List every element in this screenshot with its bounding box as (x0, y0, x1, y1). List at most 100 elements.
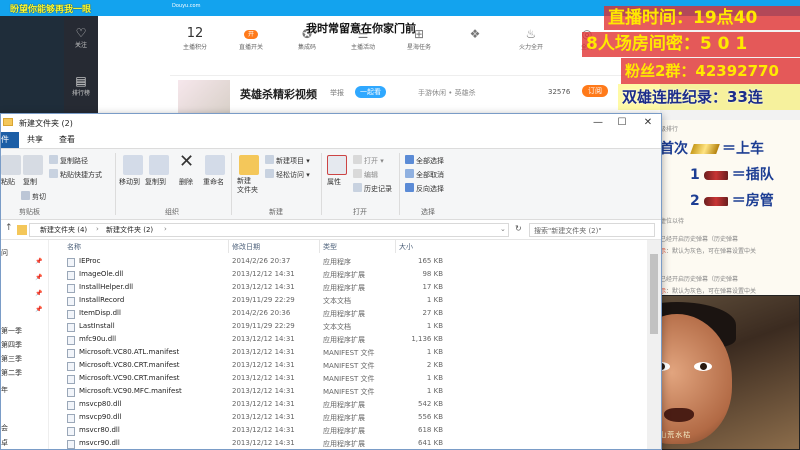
sidebar-item-follow[interactable]: ♡ 关注 (64, 26, 98, 49)
chevron-right-icon[interactable]: › (96, 225, 99, 233)
category-tags[interactable]: 手游休闲 • 英雄杀 (418, 88, 476, 98)
chevron-right-icon[interactable]: › (164, 225, 167, 233)
table-row[interactable]: Microsoft.VC90.MFC.manifest 2013/12/12 14… (61, 386, 451, 399)
nav-item[interactable]: 第四季 (1, 340, 22, 350)
sidebar-item-ranking[interactable]: ▤ 排行榜 (64, 74, 98, 97)
scrollbar-thumb[interactable] (650, 254, 658, 334)
rename-button[interactable]: 重命名 (203, 177, 224, 187)
maximize-button[interactable]: ☐ (611, 114, 633, 132)
nav-item[interactable]: 卓 (1, 438, 8, 448)
stat-points[interactable]: 12 主播积分 (170, 26, 220, 51)
file-date: 2014/2/26 20:36 (232, 309, 291, 317)
nav-item[interactable]: 问 (1, 248, 8, 258)
video-card[interactable]: 英雄杀精彩视频 举报 一起看 手游休闲 • 英雄杀 32576 订阅 (170, 75, 650, 115)
file-date: 2013/12/12 14:31 (232, 348, 295, 356)
table-row[interactable]: Microsoft.VC80.CRT.manifest 2013/12/12 14… (61, 360, 451, 373)
stat-item[interactable]: ❖ (450, 26, 500, 42)
nav-item[interactable]: 会 (1, 423, 8, 433)
table-row[interactable]: mfc90u.dll 2013/12/12 14:31 应用程序扩展 1,136 KB (61, 334, 451, 347)
stat-live-switch[interactable]: 开 直播开关 (226, 26, 276, 51)
column-divider[interactable] (395, 240, 396, 253)
copy-button[interactable]: 复制 (23, 177, 37, 187)
table-row[interactable]: IEProc 2014/2/26 20:37 应用程序 165 KB (61, 256, 451, 269)
copy-to-button[interactable]: 复制到 (145, 177, 166, 187)
video-card-title[interactable]: 英雄杀精彩视频 (240, 86, 317, 102)
delete-button[interactable]: 删除 (179, 177, 193, 187)
fire-icon: ♨ (525, 27, 537, 41)
paste-button[interactable]: 粘贴 (1, 177, 15, 187)
edit-button[interactable]: 编辑 (353, 169, 378, 180)
file-list[interactable]: 名称 修改日期 类型 大小 IEProc 2014/2/26 20:37 应用程序 1… (61, 240, 661, 449)
column-header-date[interactable]: 修改日期 (232, 242, 260, 252)
invert-selection-button[interactable]: 反向选择 (405, 183, 444, 194)
file-icon (67, 375, 75, 384)
table-row[interactable]: InstallRecord 2019/11/29 22:29 文本文档 1 KB (61, 295, 451, 308)
minimize-button[interactable]: — (587, 114, 609, 132)
file-name: Microsoft.VC90.CRT.manifest (79, 374, 180, 382)
table-row[interactable]: ItemDisp.dll 2014/2/26 20:36 应用程序扩展 27 KB (61, 308, 451, 321)
report-link[interactable]: 举报 (330, 88, 344, 98)
column-divider[interactable] (228, 240, 229, 253)
table-row[interactable]: ImageOle.dll 2013/12/12 14:31 应用程序扩展 98 KB (61, 269, 451, 282)
close-button[interactable]: ✕ (637, 114, 659, 132)
open-icon (353, 155, 362, 164)
table-row[interactable]: msvcp80.dll 2013/12/12 14:31 应用程序扩展 542 KB (61, 399, 451, 412)
new-folder-button[interactable]: 新建 文件夹 (237, 177, 258, 195)
breadcrumb-item[interactable]: 新建文件夹 (4) (40, 225, 87, 235)
column-divider[interactable] (319, 240, 320, 253)
refresh-icon[interactable]: ↻ (515, 224, 522, 233)
table-row[interactable]: LastInstall 2019/11/29 22:29 文本文档 1 KB (61, 321, 451, 334)
table-row[interactable]: msvcp90.dll 2013/12/12 14:31 应用程序扩展 556 KB (61, 412, 451, 425)
column-header-size[interactable]: 大小 (399, 242, 413, 252)
select-none-button[interactable]: 全部取消 (405, 169, 444, 180)
breadcrumb-item[interactable]: 新建文件夹 (2) (106, 225, 153, 235)
search-input[interactable]: 搜索"新建文件夹 (2)" (529, 223, 655, 237)
watch-together-button[interactable]: 一起看 (355, 86, 386, 98)
open-button[interactable]: 打开 ▾ (353, 155, 384, 166)
rule-line: 首次 ＝上车 (660, 138, 800, 158)
file-icon (67, 362, 75, 371)
subscribe-button[interactable]: 订阅 (582, 85, 608, 97)
column-header-name[interactable]: 名称 (67, 242, 81, 252)
ribbon-toolbar: 粘贴 复制 复制路径 粘贴快捷方式 剪切 剪贴板 移动到 复制到 ✕ 删除 重命… (1, 148, 661, 220)
video-thumbnail[interactable] (178, 80, 230, 114)
nav-item[interactable]: 第二季 (1, 368, 22, 378)
nav-item[interactable]: 年 (1, 385, 8, 395)
properties-button[interactable]: 属性 (327, 177, 341, 187)
nav-item[interactable]: 第一季 (1, 326, 22, 336)
delete-icon: ✕ (179, 151, 195, 172)
site-logo[interactable]: Douyu.com (172, 0, 232, 12)
address-bar[interactable]: 新建文件夹 (4) › 新建文件夹 (2) › ⌄ (29, 223, 509, 237)
copy-path-button[interactable]: 复制路径 (49, 155, 88, 166)
file-name: InstallHelper.dll (79, 283, 134, 291)
tab-view[interactable]: 查看 (53, 132, 81, 148)
scrollbar[interactable] (647, 240, 661, 449)
table-row[interactable]: Microsoft.VC90.CRT.manifest 2013/12/12 14… (61, 373, 451, 386)
stat-item[interactable]: ♨ 火力全开 (506, 26, 556, 51)
window-titlebar[interactable]: 新建文件夹 (2) — ☐ ✕ (1, 114, 661, 132)
nav-item[interactable]: 第三季 (1, 354, 22, 364)
window-title: 新建文件夹 (2) (19, 119, 73, 128)
overlay-room-password: 8人场房间密：5 0 1 (582, 32, 800, 57)
history-button[interactable]: 历史记录 (353, 183, 392, 194)
table-row[interactable]: msvcr80.dll 2013/12/12 14:31 应用程序扩展 618 KB (61, 425, 451, 438)
paste-shortcut-button[interactable]: 粘贴快捷方式 (49, 169, 102, 180)
tab-file[interactable]: 件 (1, 132, 19, 148)
column-header-type[interactable]: 类型 (323, 242, 337, 252)
table-row[interactable]: msvcr90.dll 2013/12/12 14:31 应用程序扩展 641 KB (61, 438, 451, 449)
table-row[interactable]: Microsoft.VC80.ATL.manifest 2013/12/12 14… (61, 347, 451, 360)
tab-share[interactable]: 共享 (21, 132, 49, 148)
move-to-button[interactable]: 移动到 (119, 177, 140, 187)
file-type: 应用程序扩展 (323, 310, 365, 318)
table-row[interactable]: InstallHelper.dll 2013/12/12 14:31 应用程序扩展 1… (61, 282, 451, 295)
chevron-down-icon[interactable]: ⌄ (500, 225, 506, 233)
easy-access-button[interactable]: 轻松访问 ▾ (265, 169, 310, 180)
new-item-button[interactable]: 新建项目 ▾ (265, 155, 310, 166)
pin-icon: 📌 (35, 306, 43, 313)
viewer-count: 32576 (548, 88, 571, 96)
cut-button[interactable]: 剪切 (21, 191, 46, 202)
up-arrow-icon[interactable]: ↑ (5, 223, 13, 233)
select-all-button[interactable]: 全部选择 (405, 155, 444, 166)
file-type: 应用程序扩展 (323, 414, 365, 422)
file-explorer-window[interactable]: 新建文件夹 (2) — ☐ ✕ 件 主页 共享 查看 粘贴 复制 复制路径 粘贴… (0, 113, 662, 450)
